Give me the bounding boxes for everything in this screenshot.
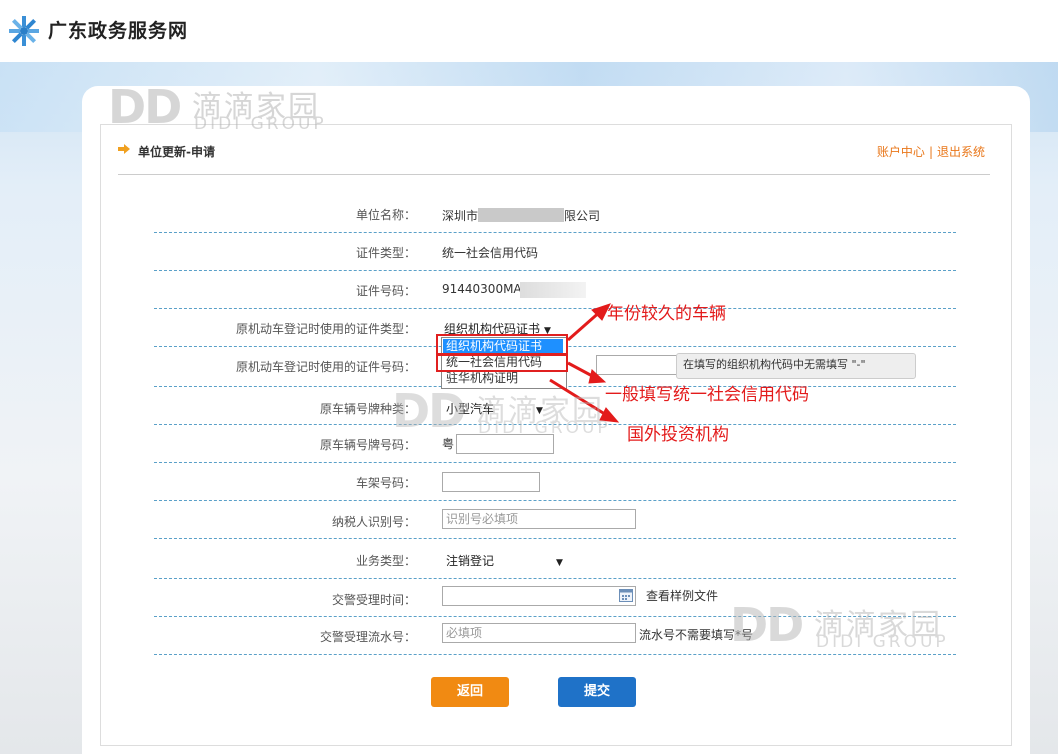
plate-no-prefix: 粤 [442,437,455,451]
cert-no-hint: 在填写的组织机构代码中无需填写 "-" [676,353,916,379]
row-serial-no: 交警受理流水号： 必填项 流水号不需要填写*号 [154,616,956,655]
account-center-link[interactable]: 账户中心 [877,145,925,159]
vin-label: 车架号码： [355,476,416,490]
company-name-label: 单位名称： [355,208,416,222]
serial-no-note: 流水号不需要填写*号 [639,628,754,642]
serial-no-input[interactable]: 必填项 [442,623,636,643]
company-name-value: 深圳市 限公司 [442,206,600,224]
annotation-old-vehicle: 年份较久的车辆 [607,304,726,324]
cert-type-value: 统一社会信用代码 [442,246,539,260]
site-title[interactable]: 广东政务服务网 [48,16,188,43]
calendar-icon[interactable] [619,589,633,602]
annotation-foreign: 国外投资机构 [627,425,729,445]
orig-cert-type-label: 原机动车登记时使用的证件类型： [235,322,416,336]
row-biz-type: 业务类型： 注销登记 ▼ [154,538,956,579]
orig-cert-no-label: 原机动车登记时使用的证件号码： [235,360,416,374]
top-bar: 广东政务服务网 [0,0,1058,62]
accept-time-label: 交警受理时间： [331,593,416,607]
serial-no-label: 交警受理流水号： [319,630,416,644]
arrow-right-icon [118,144,130,154]
vin-input[interactable] [442,472,540,492]
plate-type-selected: 小型汽车 [446,402,495,416]
accept-time-input[interactable] [442,586,636,606]
plate-type-label: 原车辆号牌种类： [319,402,416,416]
biz-type-label: 业务类型： [355,554,416,568]
company-name-suffix: 限公司 [564,209,601,223]
row-cert-type: 证件类型： 统一社会信用代码 [154,232,956,271]
panel-header: 单位更新-申请 账户中心 | 退出系统 [118,140,990,175]
cert-type-label: 证件类型： [355,246,416,260]
gov-logo-icon [9,16,39,46]
panel-title: 单位更新-申请 [138,145,215,159]
annotation-general: 一般填写统一社会信用代码 [605,385,809,405]
cert-no-value: 91440300MA [442,282,522,296]
back-button[interactable]: 返回 [431,677,509,707]
redacted-mask [520,282,586,298]
redacted-mask [478,208,565,222]
dropdown-arrow-icon: ▼ [556,558,563,568]
row-company-name: 单位名称： 深圳市 限公司 [154,198,956,233]
biz-type-select[interactable]: 注销登记 ▼ [446,552,563,569]
row-accept-time: 交警受理时间： 查看样例文件 [154,578,956,617]
submit-button[interactable]: 提交 [558,677,636,707]
row-vin: 车架号码： [154,462,956,501]
biz-type-selected: 注销登记 [446,554,495,568]
taxpayer-id-label: 纳税人识别号： [331,515,416,529]
header-links: 账户中心 | 退出系统 [877,143,985,160]
view-example-link[interactable]: 查看样例文件 [646,587,718,604]
row-taxpayer-id: 纳税人识别号： 识别号必填项 [154,500,956,539]
company-name-prefix: 深圳市 [442,209,479,223]
plate-type-select[interactable]: 小型汽车 ▼ [446,400,543,417]
cert-no-label: 证件号码： [355,284,416,298]
link-separator: | [928,145,933,159]
taxpayer-id-input[interactable]: 识别号必填项 [442,509,636,529]
plate-no-label: 原车辆号牌号码： [319,438,416,452]
logout-link[interactable]: 退出系统 [937,145,985,159]
